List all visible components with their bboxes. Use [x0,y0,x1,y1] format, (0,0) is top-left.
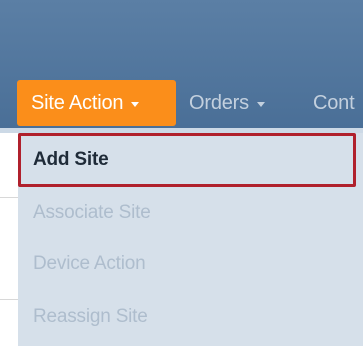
contracts-label: Cont [313,91,355,114]
menu-item-reassign-site[interactable]: Reassign Site [33,297,148,337]
chevron-down-icon [131,102,140,107]
menu-item-associate-site[interactable]: Associate Site [33,193,151,233]
menu-item-device-action[interactable]: Device Action [33,244,146,284]
orders-label: Orders [189,91,249,114]
orders-menu-button[interactable]: Orders [189,80,265,126]
site-action-menu-button[interactable]: Site Action [17,80,176,126]
divider [0,197,18,198]
chevron-down-icon [256,102,265,107]
contracts-menu-button[interactable]: Cont [313,80,355,126]
annotation-highlight-box [18,133,356,187]
divider [0,299,18,300]
menu-item-label: Associate Site [33,202,151,223]
page-background [0,133,18,346]
menu-item-label: Reassign Site [33,306,148,327]
site-action-label: Site Action [31,91,124,114]
menu-item-label: Device Action [33,253,146,274]
